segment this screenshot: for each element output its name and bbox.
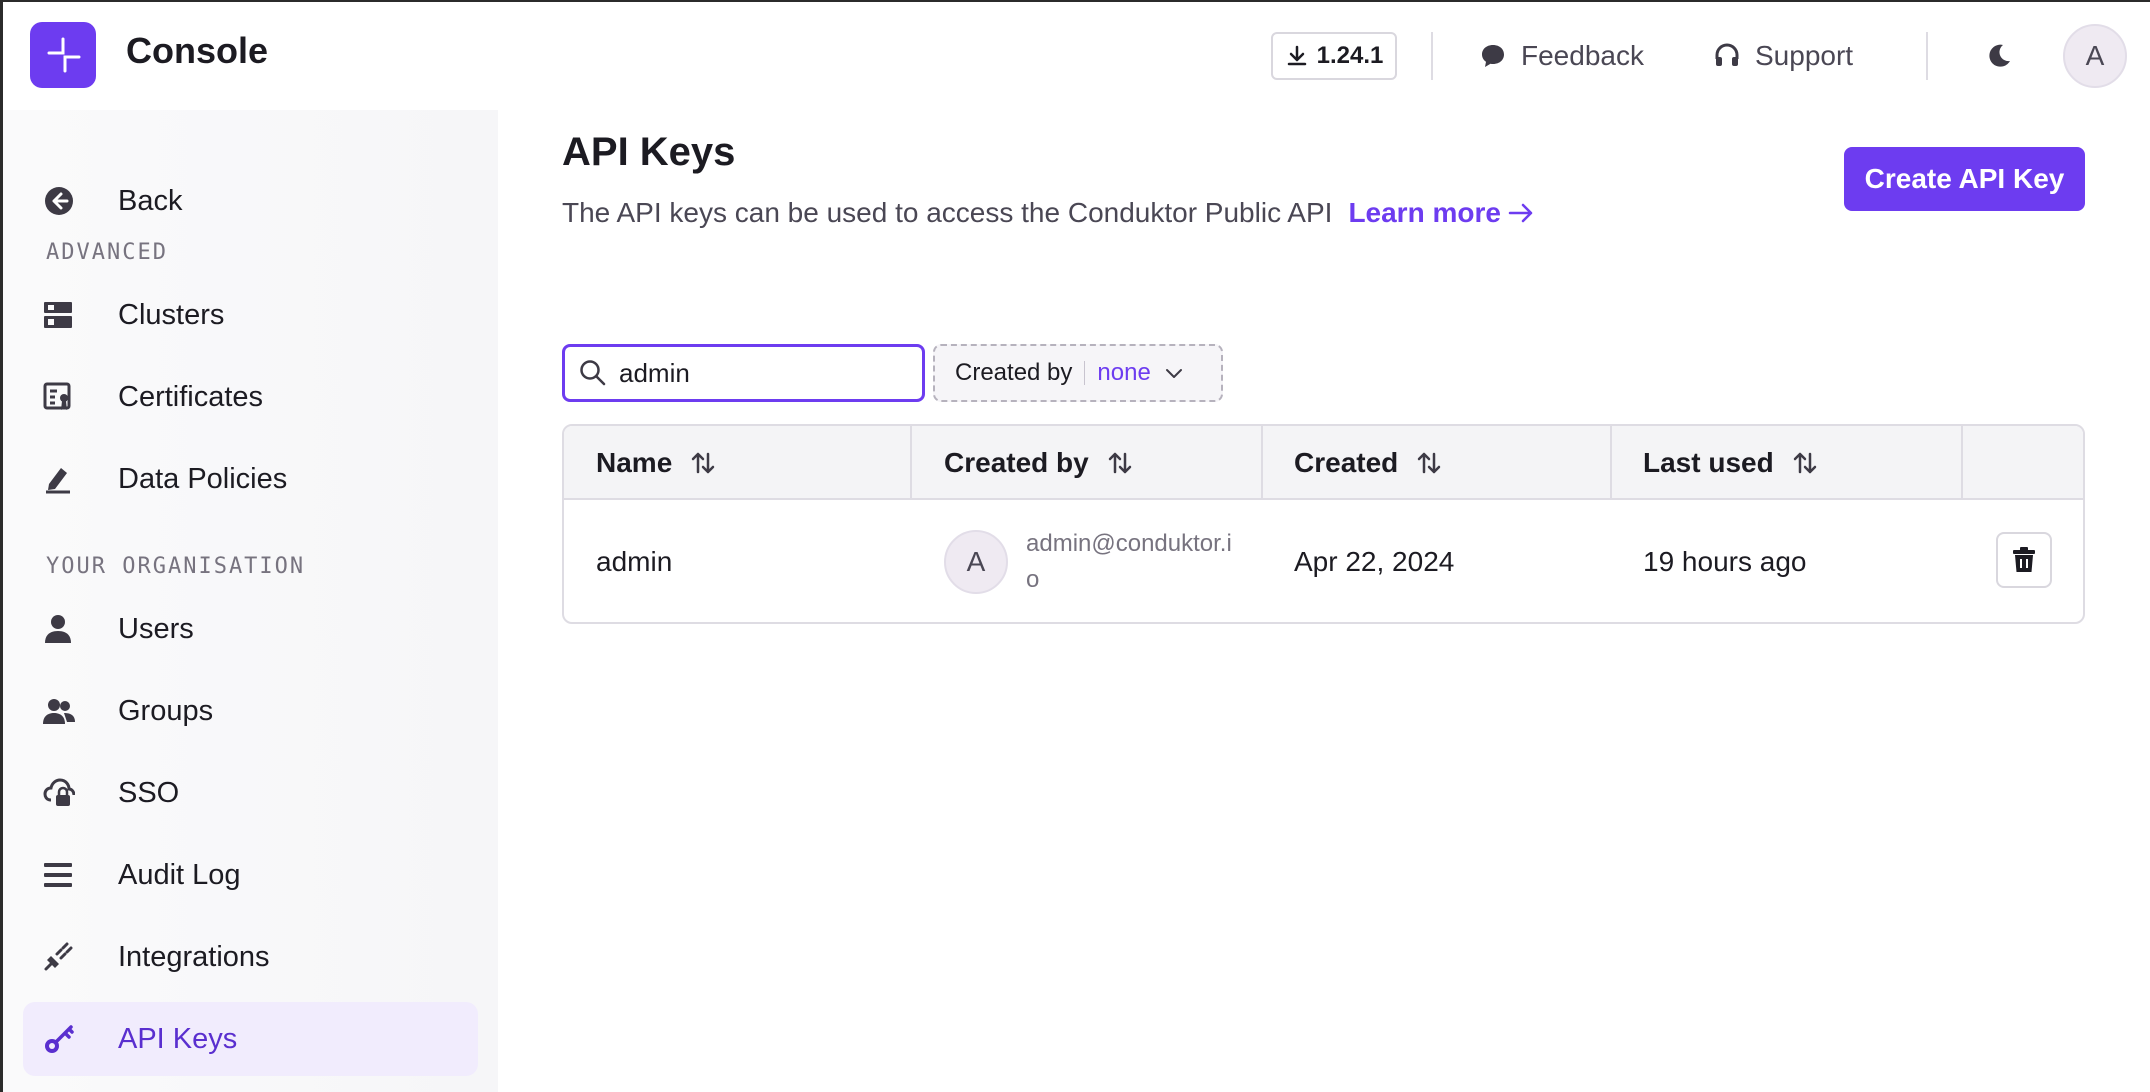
sidebar-item-integrations[interactable]: Integrations xyxy=(23,920,478,994)
feedback-link[interactable]: Feedback xyxy=(1479,32,1644,80)
version-label: 1.24.1 xyxy=(1316,42,1384,69)
column-divider xyxy=(1610,426,1612,500)
column-divider xyxy=(1261,426,1263,500)
search-icon xyxy=(580,360,606,386)
column-header-last-used[interactable]: Last used xyxy=(1643,426,1818,500)
page-title: API Keys xyxy=(562,130,736,174)
page-description: The API keys can be used to access the C… xyxy=(562,197,1535,229)
users-group-icon xyxy=(23,696,118,726)
chat-bubble-icon xyxy=(1482,45,1504,67)
cloud-lock-icon xyxy=(23,778,118,808)
sidebar-item-label: Groups xyxy=(118,694,214,727)
create-api-key-button[interactable]: Create API Key xyxy=(1844,147,2085,211)
chevron-down-icon xyxy=(1165,369,1182,378)
plug-icon xyxy=(23,942,118,972)
cell-created-by: A admin@conduktor.io xyxy=(944,500,1236,622)
api-keys-table: Name Created by Created Last used admin … xyxy=(562,424,2085,624)
sidebar-back[interactable]: Back xyxy=(23,164,478,238)
sort-icon xyxy=(1418,452,1441,474)
sidebar-item-groups[interactable]: Groups xyxy=(23,674,478,748)
sidebar-item-certificates[interactable]: Certificates xyxy=(23,360,478,434)
sidebar-item-label: Certificates xyxy=(118,380,264,413)
sidebar-item-clusters[interactable]: Clusters xyxy=(23,278,478,352)
column-label: Created xyxy=(1294,447,1399,478)
header-divider xyxy=(1431,32,1433,80)
cell-name: admin xyxy=(596,546,673,577)
sidebar-item-users[interactable]: Users xyxy=(23,592,478,666)
column-divider xyxy=(1961,426,1963,500)
list-icon xyxy=(23,862,118,888)
sidebar-item-label: Back xyxy=(118,184,183,217)
column-header-created-by[interactable]: Created by xyxy=(944,426,1133,500)
filter-separator xyxy=(1084,361,1086,385)
arrow-right-icon xyxy=(1508,203,1533,223)
feedback-label: Feedback xyxy=(1521,40,1644,71)
filter-value: none xyxy=(1097,359,1151,386)
description-text: The API keys can be used to access the C… xyxy=(562,197,1333,228)
sidebar-item-label: Clusters xyxy=(118,298,225,331)
cell-last-used: 19 hours ago xyxy=(1643,546,1807,577)
sidebar-section-advanced: ADVANCED xyxy=(46,240,168,265)
user-avatar[interactable]: A xyxy=(2063,24,2127,88)
app-title: Console xyxy=(126,30,269,71)
theme-toggle-button[interactable] xyxy=(1979,36,2019,76)
cell-created: Apr 22, 2024 xyxy=(1294,546,1455,577)
moon-icon xyxy=(1989,44,2010,67)
sidebar-item-label: Integrations xyxy=(118,940,270,973)
sort-icon xyxy=(1793,452,1816,474)
header-divider xyxy=(1926,32,1928,80)
sidebar-item-label: Data Policies xyxy=(118,462,288,495)
sidebar-item-audit-log[interactable]: Audit Log xyxy=(23,838,478,912)
delete-button[interactable] xyxy=(1996,532,2052,588)
top-bar: Console 1.24.1 Feedback Support A xyxy=(3,2,2150,110)
version-download-button[interactable]: 1.24.1 xyxy=(1271,32,1397,80)
sidebar-section-organisation: YOUR ORGANISATION xyxy=(46,554,306,579)
sidebar-item-api-keys[interactable]: API Keys xyxy=(23,1002,478,1076)
server-icon xyxy=(23,301,118,329)
user-icon xyxy=(23,614,118,644)
table-header: Name Created by Created Last used xyxy=(564,426,2083,500)
sort-icon xyxy=(692,452,715,474)
learn-more-label: Learn more xyxy=(1348,197,1501,228)
sort-icon xyxy=(1108,452,1131,474)
filter-label: Created by xyxy=(955,359,1073,386)
column-label: Created by xyxy=(944,447,1089,478)
column-label: Last used xyxy=(1643,447,1774,478)
support-link[interactable]: Support xyxy=(1713,32,1853,80)
sidebar: Back ADVANCED Clusters Certificates Data… xyxy=(3,110,498,1092)
console-logo[interactable] xyxy=(30,22,96,88)
key-icon xyxy=(23,1023,118,1055)
pen-icon xyxy=(23,464,118,494)
sidebar-item-label: Audit Log xyxy=(118,858,241,891)
learn-more-link[interactable]: Learn more xyxy=(1348,197,1535,229)
creator-email: admin@conduktor.io xyxy=(1026,530,1232,593)
created-by-filter[interactable]: Created by none xyxy=(933,344,1223,402)
creator-avatar: A xyxy=(944,530,1008,594)
sidebar-item-data-policies[interactable]: Data Policies xyxy=(23,442,478,516)
support-label: Support xyxy=(1755,40,1854,71)
headset-icon xyxy=(1715,43,1739,66)
sidebar-item-label: API Keys xyxy=(118,1022,238,1055)
column-header-created[interactable]: Created xyxy=(1294,426,1442,500)
column-label: Name xyxy=(596,447,673,478)
back-arrow-icon xyxy=(23,185,118,217)
sidebar-item-label: SSO xyxy=(118,776,180,809)
download-icon xyxy=(1287,45,1306,66)
column-divider xyxy=(910,426,912,500)
logo-icon xyxy=(47,37,81,73)
sidebar-item-sso[interactable]: SSO xyxy=(23,756,478,830)
column-header-name[interactable]: Name xyxy=(596,426,716,500)
search-input[interactable] xyxy=(619,357,899,389)
sidebar-item-label: Users xyxy=(118,612,194,645)
certificate-icon xyxy=(23,382,118,412)
trash-icon xyxy=(2013,547,2035,572)
search-field[interactable] xyxy=(562,344,925,402)
